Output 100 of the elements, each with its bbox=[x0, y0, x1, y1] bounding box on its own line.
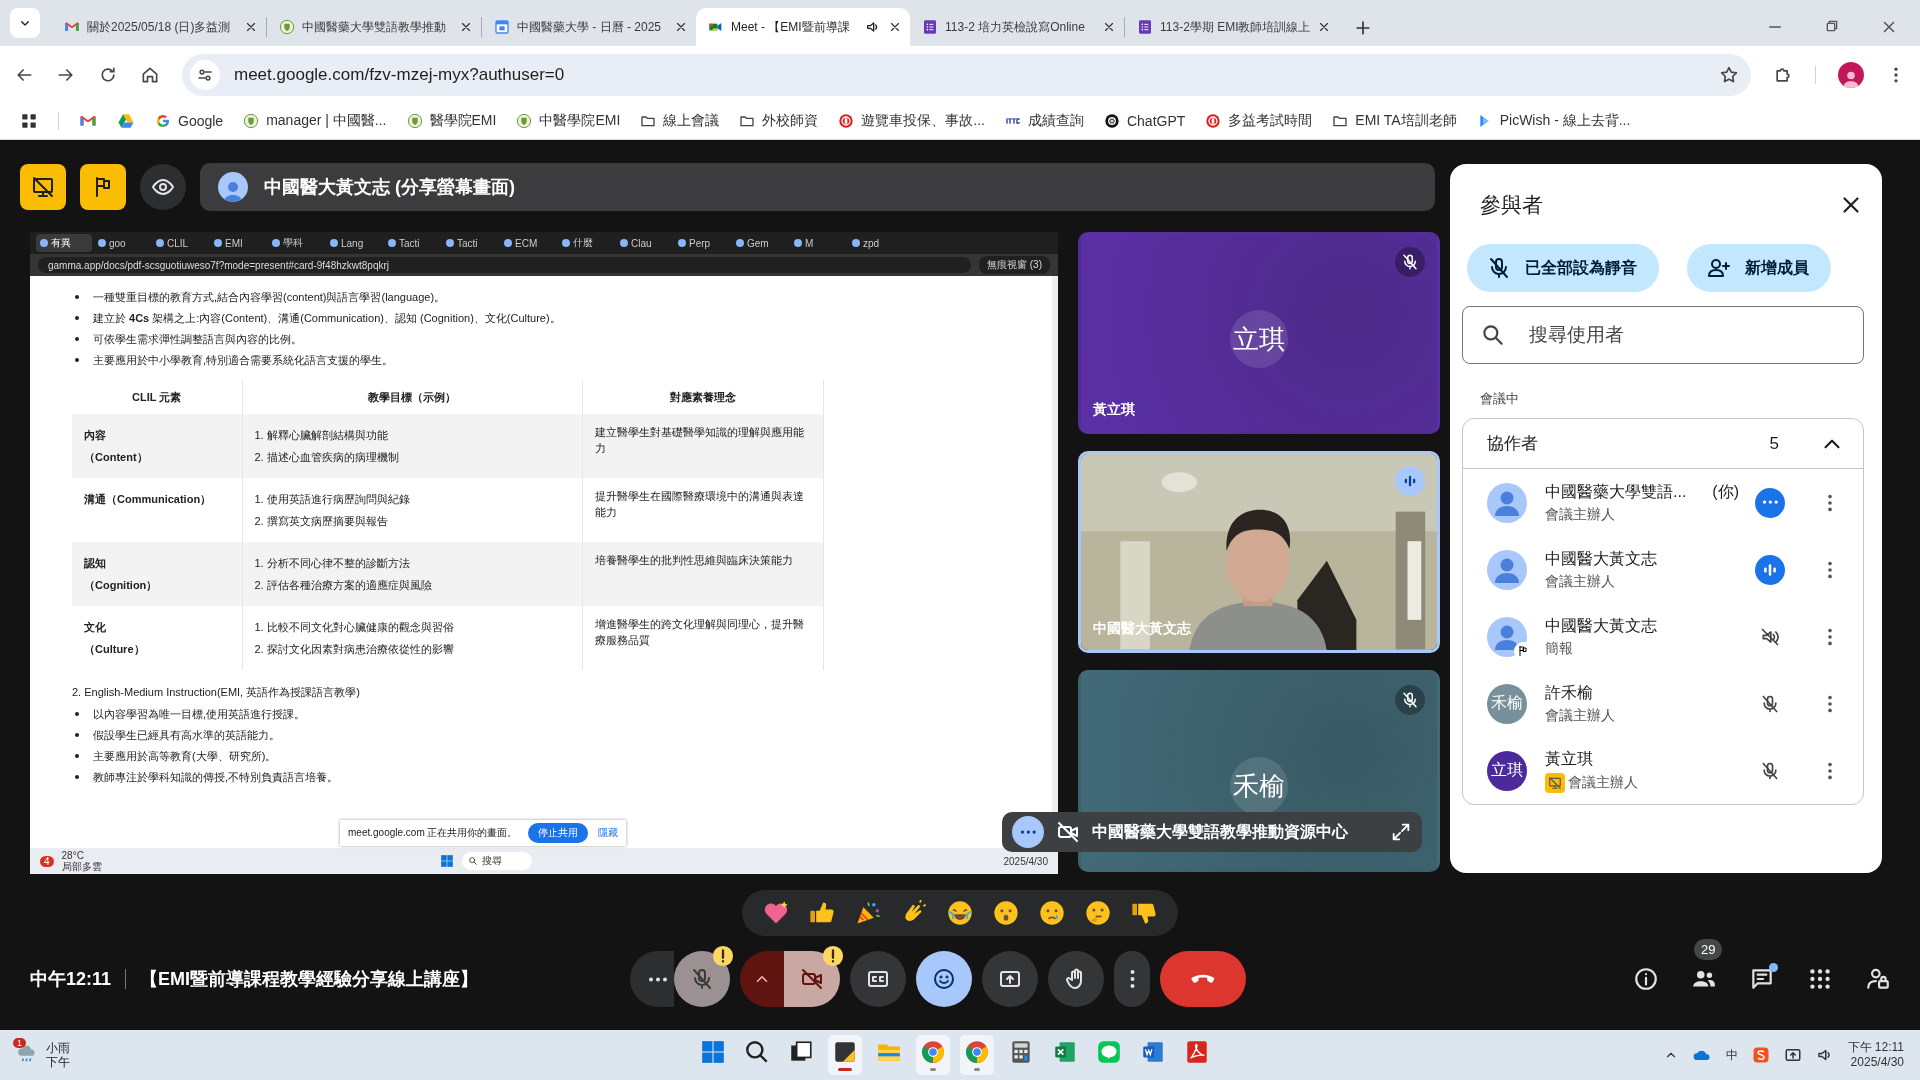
browser-tab[interactable]: 113-2學期 EMI教師培訓線上 bbox=[1125, 8, 1339, 46]
bookmark[interactable]: 中醫學院EMI bbox=[516, 112, 621, 130]
sticky-note-icon bbox=[832, 1039, 858, 1065]
chat-icon[interactable] bbox=[1749, 966, 1775, 992]
favicon-icon bbox=[504, 239, 512, 247]
thinking-face-icon[interactable] bbox=[1084, 899, 1112, 927]
search-field[interactable]: 搜尋 bbox=[461, 852, 532, 870]
bookmark[interactable]: Google bbox=[155, 113, 224, 129]
bullet bbox=[75, 358, 79, 362]
bookmark[interactable]: EMI TA培訓老師 bbox=[1332, 112, 1457, 130]
taskbar-app[interactable] bbox=[828, 1035, 862, 1075]
address-bar[interactable]: meet.google.com/fzv-mzej-myx?authuser=0 bbox=[182, 53, 1751, 96]
close-icon[interactable] bbox=[1102, 20, 1116, 34]
bookmark[interactable]: ChatGPT bbox=[1103, 113, 1186, 129]
tab-search-button[interactable] bbox=[10, 8, 40, 38]
search-field[interactable]: 搜尋使用者 bbox=[1462, 306, 1864, 364]
browser-tab[interactable]: ECM bbox=[500, 234, 556, 252]
browser-tab[interactable]: 什麼 bbox=[558, 234, 614, 252]
bookmark-star-icon[interactable] bbox=[1719, 64, 1739, 85]
crying-face-icon[interactable] bbox=[1038, 899, 1066, 927]
browser-tab[interactable]: EMI bbox=[210, 234, 266, 252]
participant-name: 黃立琪 bbox=[1093, 401, 1136, 419]
view-button[interactable] bbox=[140, 164, 186, 210]
browser-tab[interactable]: Tacti bbox=[384, 234, 440, 252]
browser-tab[interactable]: zpd bbox=[848, 234, 904, 252]
bullet bbox=[75, 316, 79, 320]
participant-name: 中國醫大黃文志 bbox=[1093, 620, 1192, 638]
favicon-icon bbox=[736, 239, 744, 247]
folder-icon bbox=[1332, 113, 1349, 129]
bookmark[interactable]: manager | 中國醫... bbox=[243, 112, 387, 130]
bullet bbox=[75, 733, 79, 737]
s-logo-icon[interactable] bbox=[1751, 1046, 1770, 1064]
presentation-button[interactable] bbox=[20, 164, 66, 210]
more-button[interactable] bbox=[1012, 816, 1044, 848]
apps-grid-icon[interactable] bbox=[20, 112, 38, 130]
browser-tab[interactable]: CLIL bbox=[152, 234, 208, 252]
site-settings-icon[interactable] bbox=[190, 59, 220, 90]
microphone-button[interactable] bbox=[674, 951, 730, 1007]
bookmark[interactable]: 線上會議 bbox=[640, 112, 720, 130]
add-people-button[interactable]: 新增成員 bbox=[1687, 244, 1831, 292]
bookmark[interactable]: 成績查詢 bbox=[1004, 112, 1084, 130]
present-button[interactable] bbox=[982, 951, 1038, 1007]
screen-off-icon bbox=[31, 175, 55, 199]
start-icon[interactable] bbox=[439, 854, 454, 868]
stop-sharing-button[interactable]: 停止共用 bbox=[527, 823, 588, 843]
smiley-icon bbox=[932, 967, 956, 991]
incognito-badge[interactable]: 無痕視窗 (3) bbox=[979, 256, 1050, 274]
notice-text: meet.google.com 正在共用你的畫面。 bbox=[348, 826, 518, 840]
close-icon[interactable] bbox=[674, 20, 688, 34]
bookmark[interactable]: PicWish - 線上去背... bbox=[1476, 112, 1631, 130]
close-icon[interactable] bbox=[888, 20, 902, 34]
browser-tab[interactable]: Tacti bbox=[442, 234, 498, 252]
info-icon[interactable] bbox=[1633, 966, 1659, 992]
captions-button[interactable] bbox=[850, 951, 906, 1007]
browser-tab[interactable]: 中國醫藥大學 - 日曆 - 2025 bbox=[482, 8, 696, 46]
weather-label: 小雨 bbox=[46, 1041, 70, 1055]
bookmark[interactable]: 醫學院EMI bbox=[406, 112, 497, 130]
bookmark[interactable]: 外校師資 bbox=[739, 112, 819, 130]
bookmark[interactable]: 多益考試時間 bbox=[1205, 112, 1313, 130]
restore-icon[interactable] bbox=[1824, 18, 1840, 34]
browser-tab[interactable]: goo bbox=[94, 234, 150, 252]
browser-tab[interactable]: Perp bbox=[674, 234, 730, 252]
browser-tab[interactable]: Clau bbox=[616, 234, 672, 252]
hide-link[interactable]: 隱藏 bbox=[597, 826, 618, 840]
close-icon[interactable] bbox=[244, 20, 258, 34]
browser-tab[interactable]: Gem bbox=[732, 234, 788, 252]
browser-tab[interactable]: 113-2 培力英檢說寫Online bbox=[910, 8, 1124, 46]
address-bar[interactable]: gamma.app/docs/pdf-scsguotiuweso7f?mode=present#card-9f48hzkwt8pqkrj bbox=[38, 257, 971, 273]
input-method-indicator[interactable]: 中 bbox=[1725, 1046, 1738, 1064]
browser-tab[interactable]: 關於2025/05/18 (日)多益測 bbox=[52, 8, 266, 46]
browser-tab[interactable]: M bbox=[790, 234, 846, 252]
bullet-text: 主要應用於中小學教育,特別適合需要系統化語言支援的學生。 bbox=[93, 353, 394, 367]
camera-button[interactable] bbox=[784, 951, 840, 1007]
participant-role: 會議主辦人 bbox=[1545, 505, 1615, 524]
browser-tab[interactable]: Lang bbox=[326, 234, 382, 252]
pin-layout-button[interactable] bbox=[80, 164, 126, 210]
bookmark[interactable]: 遊覽車投保、事故... bbox=[838, 112, 985, 130]
surprised-face-icon[interactable] bbox=[992, 899, 1020, 927]
participant-role: 會議主辦人 bbox=[1545, 572, 1615, 591]
bullet bbox=[75, 754, 79, 758]
close-icon[interactable] bbox=[459, 20, 473, 34]
browser-tab[interactable]: 學科 bbox=[268, 234, 324, 252]
leave-call-button[interactable] bbox=[1160, 951, 1246, 1007]
browser-tab[interactable]: 有異 bbox=[36, 234, 92, 252]
activities-icon[interactable] bbox=[1807, 966, 1833, 992]
mute-all-button[interactable]: 已全部設為靜音 bbox=[1467, 244, 1659, 292]
table-cell-text: 1. 解釋心臟解剖結構與功能 2. 描述心血管疾病的病理機制 bbox=[254, 428, 400, 465]
more-options-button[interactable] bbox=[1114, 951, 1150, 1007]
browser-tab[interactable]: Meet - 【EMI暨前導課 bbox=[696, 8, 910, 46]
reactions-button[interactable] bbox=[916, 951, 972, 1007]
seal-icon bbox=[838, 113, 855, 129]
raise-hand-button[interactable] bbox=[1048, 951, 1104, 1007]
browser-tab[interactable]: 中國醫藥大學雙語教學推動 bbox=[267, 8, 481, 46]
more-icon bbox=[1129, 969, 1135, 989]
host-controls-icon[interactable] bbox=[1865, 966, 1891, 992]
monitor-icon[interactable] bbox=[1783, 1046, 1802, 1064]
table-cell-text: 內容 （Content） bbox=[84, 428, 149, 465]
bullet bbox=[75, 712, 79, 716]
profile-avatar[interactable] bbox=[1838, 61, 1864, 88]
laughing-face-icon[interactable] bbox=[946, 899, 974, 927]
